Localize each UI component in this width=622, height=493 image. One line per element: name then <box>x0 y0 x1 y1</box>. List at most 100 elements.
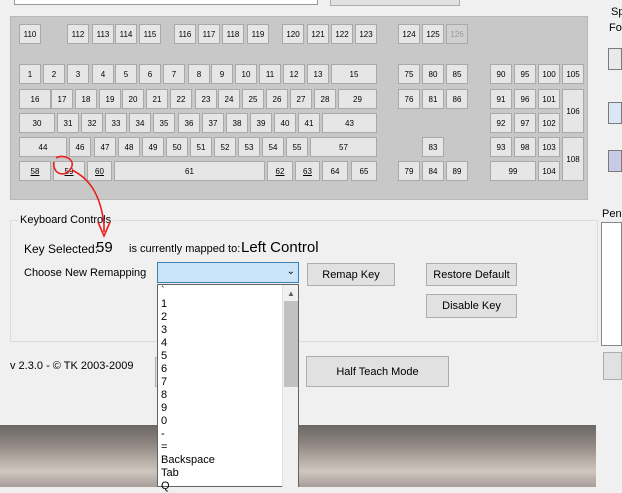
key-30[interactable]: 30 <box>19 113 55 133</box>
key-124[interactable]: 124 <box>398 24 420 44</box>
disable-key-button[interactable]: Disable Key <box>426 294 517 318</box>
key-104[interactable]: 104 <box>538 161 560 181</box>
key-31[interactable]: 31 <box>57 113 79 133</box>
key-113[interactable]: 113 <box>92 24 114 44</box>
dropdown-scrollbar[interactable]: ▲ <box>282 285 298 488</box>
key-18[interactable]: 18 <box>75 89 97 109</box>
key-25[interactable]: 25 <box>242 89 264 109</box>
key-1[interactable]: 1 <box>19 64 41 84</box>
remap-key-button[interactable]: Remap Key <box>307 263 395 286</box>
key-119[interactable]: 119 <box>247 24 269 44</box>
dropdown-item[interactable]: 0 <box>160 415 282 428</box>
key-122[interactable]: 122 <box>331 24 353 44</box>
key-6[interactable]: 6 <box>139 64 161 84</box>
key-8[interactable]: 8 <box>188 64 210 84</box>
key-63[interactable]: 63 <box>295 161 320 181</box>
key-39[interactable]: 39 <box>250 113 272 133</box>
dropdown-item[interactable]: 8 <box>160 389 282 402</box>
key-33[interactable]: 33 <box>105 113 127 133</box>
key-116[interactable]: 116 <box>174 24 196 44</box>
dropdown-item[interactable]: ` <box>160 285 282 298</box>
scroll-thumb[interactable] <box>284 301 298 387</box>
key-100[interactable]: 100 <box>538 64 560 84</box>
key-58[interactable]: 58 <box>19 161 51 181</box>
key-118[interactable]: 118 <box>222 24 244 44</box>
key-26[interactable]: 26 <box>266 89 288 109</box>
key-49[interactable]: 49 <box>142 137 164 157</box>
key-10[interactable]: 10 <box>235 64 257 84</box>
dropdown-item[interactable]: 1 <box>160 298 282 311</box>
dropdown-item[interactable]: = <box>160 441 282 454</box>
key-99[interactable]: 99 <box>490 161 536 181</box>
key-20[interactable]: 20 <box>122 89 144 109</box>
remap-dropdown-list[interactable]: ` 1 2 3 4 5 6 7 8 9 0- = Backspace Tab Q ▲ <box>157 284 299 492</box>
key-57[interactable]: 57 <box>310 137 377 157</box>
key-19[interactable]: 19 <box>99 89 121 109</box>
key-106[interactable]: 106 <box>562 89 584 133</box>
key-21[interactable]: 21 <box>146 89 168 109</box>
key-112[interactable]: 112 <box>67 24 89 44</box>
key-114[interactable]: 114 <box>115 24 137 44</box>
key-22[interactable]: 22 <box>170 89 192 109</box>
key-126[interactable]: 126 <box>446 24 468 44</box>
key-9[interactable]: 9 <box>211 64 233 84</box>
key-95[interactable]: 95 <box>514 64 536 84</box>
key-4[interactable]: 4 <box>92 64 114 84</box>
key-64[interactable]: 64 <box>322 161 348 181</box>
top-input-partial[interactable] <box>14 0 318 5</box>
key-125[interactable]: 125 <box>422 24 444 44</box>
key-97[interactable]: 97 <box>514 113 536 133</box>
key-7[interactable]: 7 <box>163 64 185 84</box>
dropdown-item[interactable]: 7 <box>160 376 282 389</box>
key-36[interactable]: 36 <box>178 113 200 133</box>
key-85[interactable]: 85 <box>446 64 468 84</box>
key-92[interactable]: 92 <box>490 113 512 133</box>
key-54[interactable]: 54 <box>262 137 284 157</box>
key-37[interactable]: 37 <box>202 113 224 133</box>
key-52[interactable]: 52 <box>214 137 236 157</box>
key-120[interactable]: 120 <box>282 24 304 44</box>
key-105[interactable]: 105 <box>562 64 584 84</box>
key-55[interactable]: 55 <box>286 137 308 157</box>
key-98[interactable]: 98 <box>514 137 536 157</box>
key-15[interactable]: 15 <box>331 64 377 84</box>
key-83[interactable]: 83 <box>422 137 444 157</box>
key-50[interactable]: 50 <box>166 137 188 157</box>
key-3[interactable]: 3 <box>67 64 89 84</box>
key-12[interactable]: 12 <box>283 64 305 84</box>
key-123[interactable]: 123 <box>355 24 377 44</box>
side-button-partial[interactable] <box>603 352 622 380</box>
dropdown-item[interactable]: 3 <box>160 324 282 337</box>
key-5[interactable]: 5 <box>115 64 137 84</box>
key-86[interactable]: 86 <box>446 89 468 109</box>
pen-list[interactable] <box>601 222 622 346</box>
key-117[interactable]: 117 <box>198 24 220 44</box>
dropdown-item[interactable]: 2 <box>160 311 282 324</box>
key-79[interactable]: 79 <box>398 161 420 181</box>
top-button-partial[interactable] <box>330 0 460 6</box>
key-75[interactable]: 75 <box>398 64 420 84</box>
key-2[interactable]: 2 <box>43 64 65 84</box>
key-53[interactable]: 53 <box>238 137 260 157</box>
key-80[interactable]: 80 <box>422 64 444 84</box>
side-arrow-icon[interactable] <box>608 102 622 124</box>
key-91[interactable]: 91 <box>490 89 512 109</box>
key-90[interactable]: 90 <box>490 64 512 84</box>
key-62[interactable]: 62 <box>267 161 293 181</box>
key-121[interactable]: 121 <box>307 24 329 44</box>
key-35[interactable]: 35 <box>153 113 175 133</box>
remap-combobox[interactable]: ⌄ <box>157 262 299 283</box>
dropdown-item[interactable]: Tab <box>160 467 282 480</box>
dropdown-item[interactable]: 5 <box>160 350 282 363</box>
key-65[interactable]: 65 <box>351 161 377 181</box>
key-27[interactable]: 27 <box>290 89 312 109</box>
key-102[interactable]: 102 <box>538 113 560 133</box>
key-108[interactable]: 108 <box>562 137 584 181</box>
dropdown-item[interactable]: Backspace <box>160 454 282 467</box>
key-34[interactable]: 34 <box>129 113 151 133</box>
key-24[interactable]: 24 <box>218 89 240 109</box>
dropdown-item[interactable]: 4 <box>160 337 282 350</box>
key-93[interactable]: 93 <box>490 137 512 157</box>
key-32[interactable]: 32 <box>81 113 103 133</box>
side-monitor-icon[interactable] <box>608 150 622 172</box>
